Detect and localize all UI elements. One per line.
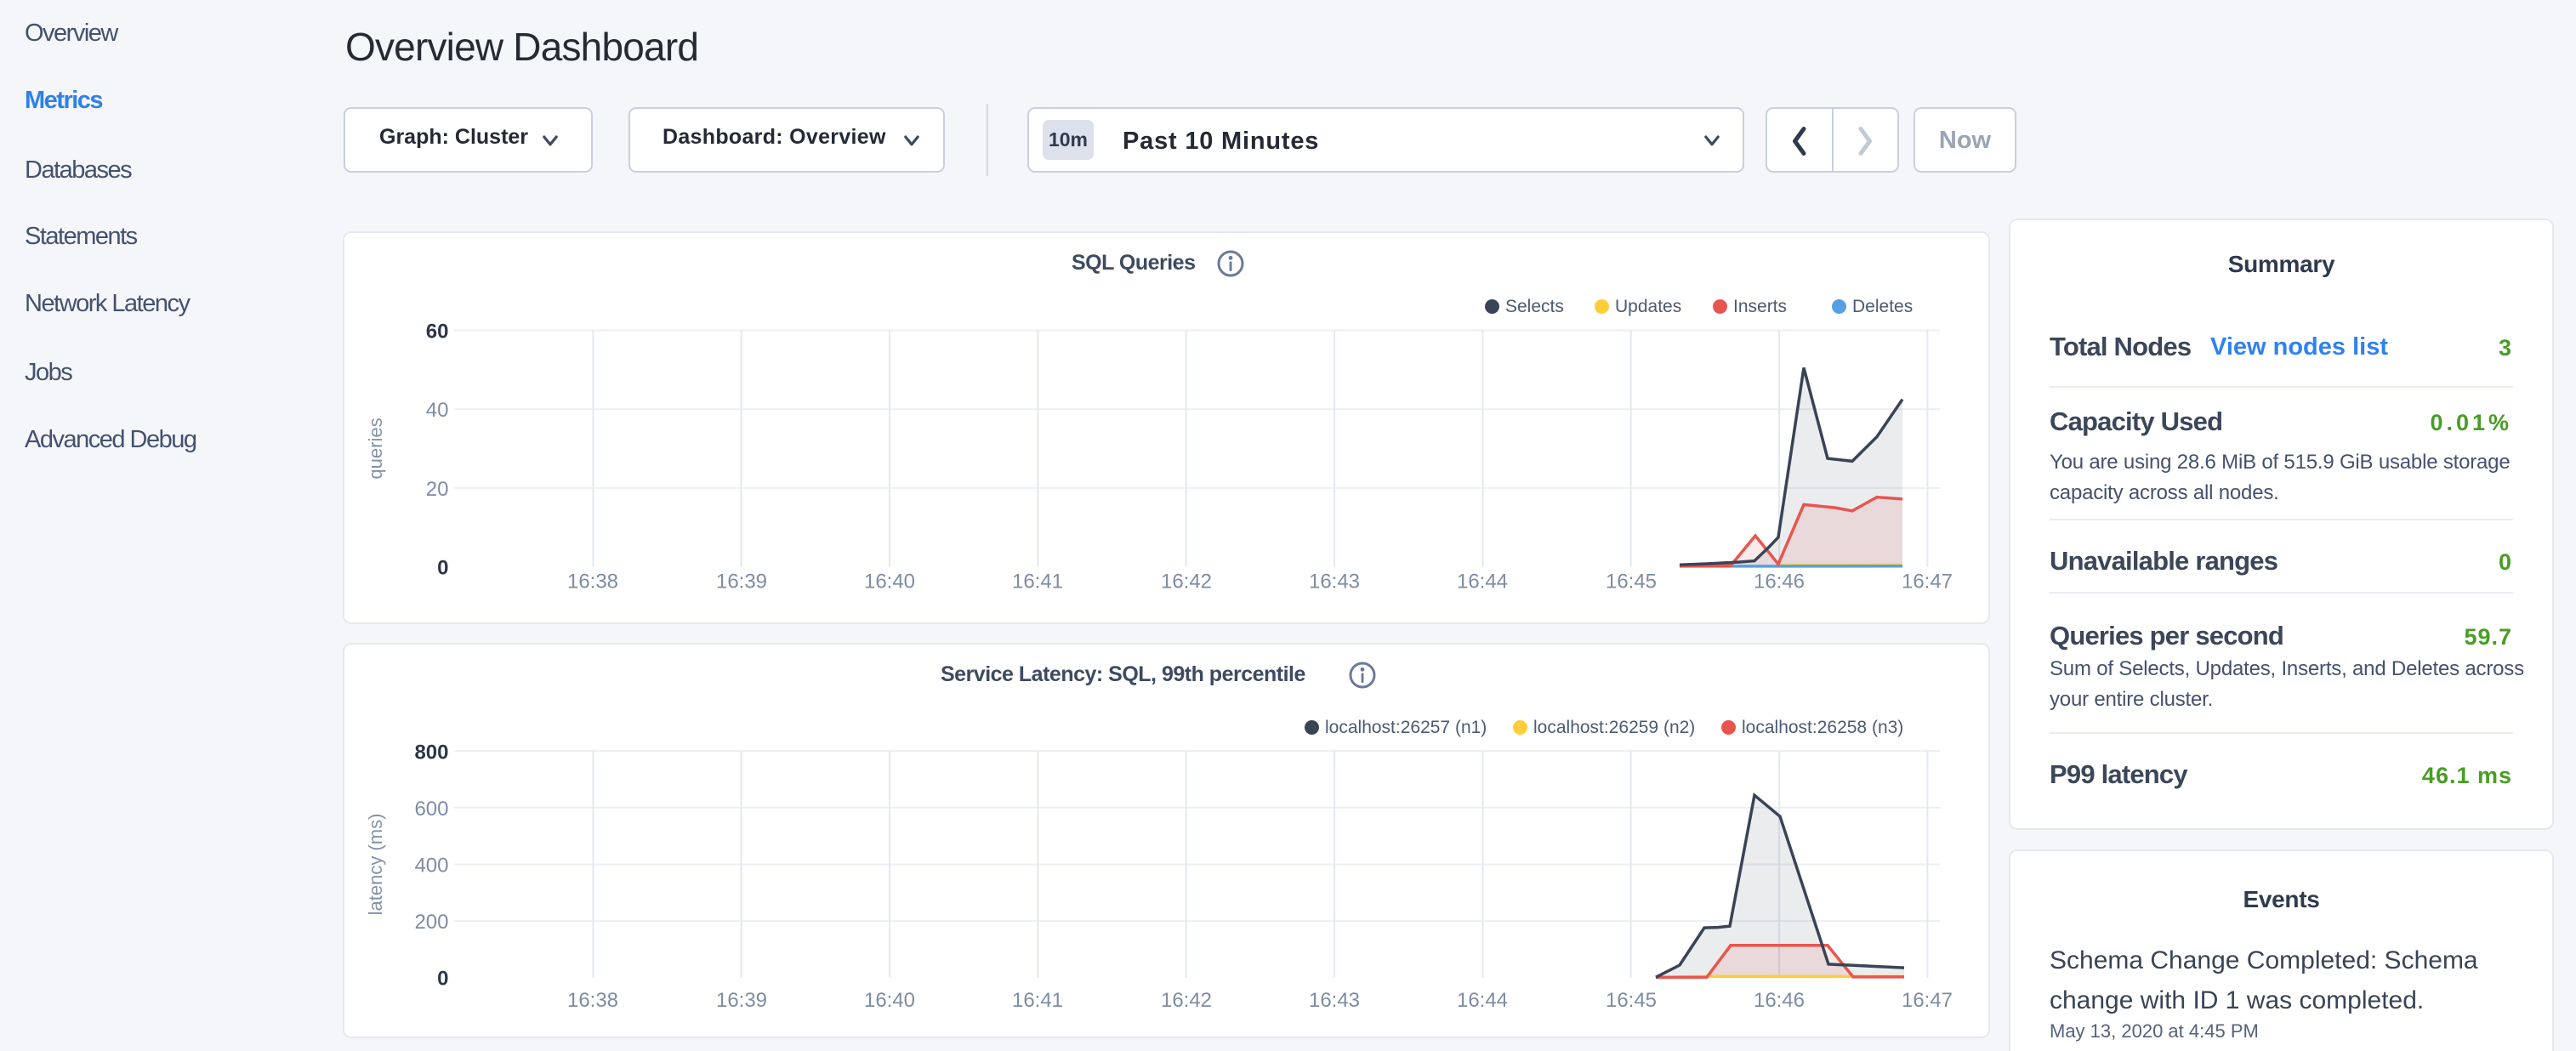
svg-text:800: 800 bbox=[414, 741, 448, 764]
svg-text:16:47: 16:47 bbox=[1902, 571, 1953, 594]
svg-text:40: 40 bbox=[426, 399, 449, 422]
svg-text:latency (ms): latency (ms) bbox=[365, 814, 386, 916]
svg-text:16:38: 16:38 bbox=[567, 571, 618, 594]
svg-text:16:40: 16:40 bbox=[864, 989, 915, 1012]
svg-text:16:38: 16:38 bbox=[567, 989, 618, 1012]
svg-text:16:45: 16:45 bbox=[1606, 989, 1657, 1012]
svg-text:16:41: 16:41 bbox=[1012, 989, 1063, 1012]
svg-text:20: 20 bbox=[426, 478, 449, 501]
svg-text:16:47: 16:47 bbox=[1902, 989, 1953, 1012]
svg-text:0: 0 bbox=[437, 557, 448, 580]
svg-text:16:40: 16:40 bbox=[864, 571, 915, 594]
svg-text:16:45: 16:45 bbox=[1606, 571, 1657, 594]
svg-text:16:43: 16:43 bbox=[1309, 571, 1360, 594]
svg-text:16:46: 16:46 bbox=[1754, 989, 1805, 1012]
svg-text:600: 600 bbox=[414, 798, 448, 821]
svg-text:16:41: 16:41 bbox=[1012, 571, 1063, 594]
svg-text:0: 0 bbox=[437, 968, 448, 991]
svg-text:60: 60 bbox=[426, 321, 449, 344]
svg-text:16:42: 16:42 bbox=[1161, 571, 1212, 594]
svg-text:16:42: 16:42 bbox=[1161, 989, 1212, 1012]
svg-text:16:39: 16:39 bbox=[716, 989, 767, 1012]
svg-text:queries: queries bbox=[365, 418, 386, 479]
svg-text:400: 400 bbox=[414, 855, 448, 878]
svg-text:16:39: 16:39 bbox=[716, 571, 767, 594]
svg-text:16:44: 16:44 bbox=[1457, 989, 1508, 1012]
svg-text:16:44: 16:44 bbox=[1457, 571, 1508, 594]
svg-text:16:46: 16:46 bbox=[1754, 571, 1805, 594]
svg-text:200: 200 bbox=[414, 911, 448, 934]
svg-text:16:43: 16:43 bbox=[1309, 989, 1360, 1012]
